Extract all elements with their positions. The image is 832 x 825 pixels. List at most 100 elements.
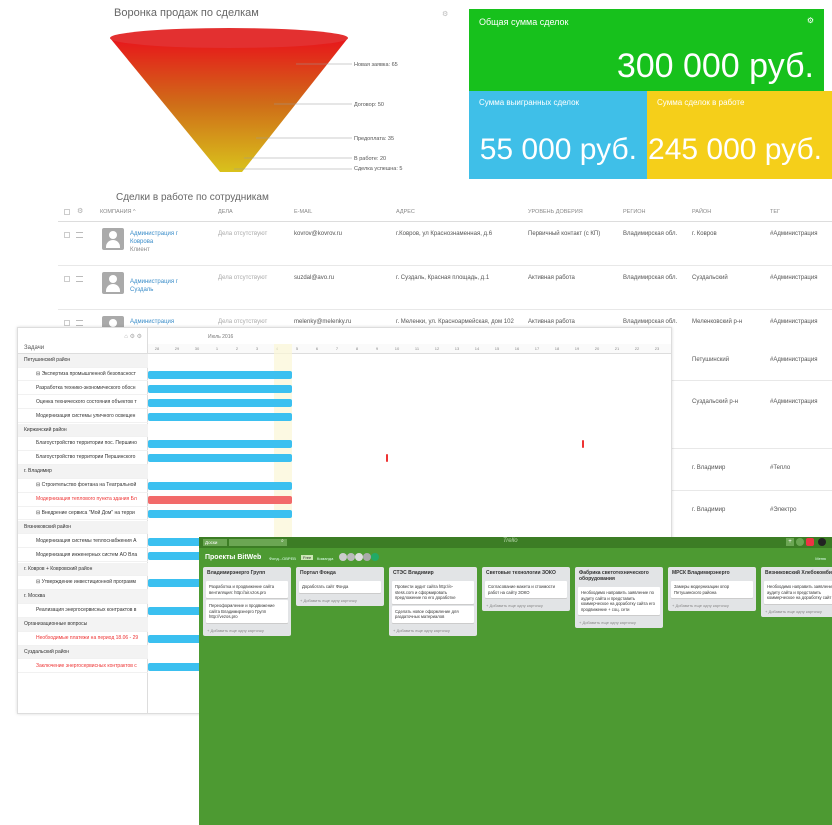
table-row[interactable]: Администрация г Суздаль Дела отсутствуют…	[58, 266, 832, 310]
menu-button[interactable]: Меню	[815, 556, 826, 561]
task-group[interactable]: г. Ковров + Ковровский район	[18, 562, 148, 576]
trello-card[interactable]: Разработка и продвижение сайта вентиляци…	[206, 581, 288, 598]
task-row[interactable]: Модернизация системы уличного освещен	[18, 410, 148, 424]
add-card-button[interactable]: + Добавить еще одну карточку	[575, 617, 663, 628]
task-group[interactable]: Суздальский район	[18, 645, 148, 660]
trello-list[interactable]: Вязниковский Хлебокомбинат Необходимо нап…	[761, 567, 832, 617]
task-row[interactable]: ⊟ Внедрение сервиса "Мой Дом" на терри	[18, 507, 148, 521]
trello-card[interactable]: Доработать сайт Фонда	[299, 581, 381, 593]
task-bar[interactable]	[148, 496, 292, 504]
trello-card[interactable]: Необходимо направить заявление по аудиту…	[578, 587, 660, 615]
column-header[interactable]: Уровень доверия	[528, 209, 583, 215]
trello-list[interactable]: Портал Фонда Доработать сайт Фонда + Добав…	[296, 567, 384, 606]
company-name[interactable]: Администрация г Коврова	[130, 230, 200, 246]
trello-card[interactable]: Согласование макета и стоимости работ на…	[485, 581, 567, 598]
add-card-button[interactable]: + Добавить еще одну карточку	[761, 606, 832, 617]
trello-card[interactable]: Сделать новое оформление для раздаточных…	[392, 605, 474, 623]
trello-list[interactable]: СТЭС Владимир Провести аудит сайта http:/…	[389, 567, 477, 636]
task-row[interactable]: Благоустройство территории пос. Першино	[18, 437, 148, 451]
menu-icon[interactable]	[76, 320, 83, 326]
add-card-button[interactable]: + Добавить еще одну карточку	[389, 625, 477, 636]
trello-card[interactable]: Замеры модернизации опор Петушинского ра…	[671, 581, 753, 598]
task-group[interactable]: Петушинский район	[18, 354, 148, 368]
task-row[interactable]: Реализация энергосервисных контрактов в	[18, 604, 148, 618]
task-row[interactable]: Модернизация инженерных систем АО Вла	[18, 549, 148, 563]
gear-icon[interactable]: ⚙	[77, 207, 83, 215]
list-title[interactable]: Владимирэнерго Групп	[203, 567, 291, 579]
task-bar[interactable]	[148, 509, 292, 518]
team-name[interactable]: Фонд...ОВРЕВ	[269, 556, 296, 561]
task-bar[interactable]	[148, 412, 292, 421]
row-checkbox[interactable]	[64, 276, 70, 282]
task-bar[interactable]	[148, 454, 292, 463]
search-input[interactable]	[229, 539, 287, 546]
row-checkbox[interactable]	[64, 320, 70, 326]
list-title[interactable]: СТЭС Владимир	[389, 567, 477, 579]
trello-list[interactable]: Фабрика светотехнического оборудования Не…	[575, 567, 663, 628]
task-bar[interactable]	[148, 384, 292, 393]
task-bar[interactable]	[148, 398, 292, 407]
task-row[interactable]: Заключение энергосервисных контрактов с	[18, 660, 148, 674]
task-group[interactable]: г. Владимир	[18, 465, 148, 479]
email-cell[interactable]: melenky@melenky.ru	[294, 318, 351, 326]
info-icon[interactable]	[796, 538, 804, 546]
column-header[interactable]: Тег	[770, 209, 780, 215]
task-row[interactable]: Необходимые платежи на период 18.06 - 29	[18, 632, 148, 646]
task-row[interactable]: Оценка технического состояния объектов т	[18, 396, 148, 410]
column-header[interactable]: E-mail	[294, 209, 312, 215]
task-row[interactable]: ⊟ Экспертиза промышленной безопасност	[18, 368, 148, 382]
trello-card[interactable]: Необходимо направить заявление по аудиту…	[764, 581, 832, 604]
gear-icon[interactable]: ⚙	[442, 10, 448, 18]
list-title[interactable]: Фабрика светотехнического оборудования	[575, 567, 663, 585]
add-card-button[interactable]: + Добавить еще одну карточку	[668, 600, 756, 611]
task-bar[interactable]	[148, 370, 292, 379]
members-avatars[interactable]	[339, 553, 387, 562]
add-card-button[interactable]: + Добавить еще одну карточку	[203, 625, 291, 636]
column-header[interactable]: Район	[692, 209, 711, 215]
trello-list[interactable]: Владимирэнерго Групп Разработка и продвиж…	[203, 567, 291, 636]
trello-card[interactable]: Провести аудит сайта http://e-stess.com …	[392, 581, 474, 604]
task-row[interactable]: ⊟ Утверждение инвестиционной программ	[18, 576, 148, 590]
milestone-marker[interactable]	[582, 440, 584, 449]
column-header[interactable]: Регион	[623, 209, 646, 215]
task-bar[interactable]	[148, 482, 292, 491]
list-title[interactable]: МРСК Владимирэнерго	[668, 567, 756, 579]
team-label[interactable]: Команда	[317, 556, 333, 561]
task-group[interactable]: г. Москва	[18, 590, 148, 604]
email-cell[interactable]: kovrov@kovrov.ru	[294, 230, 342, 238]
board-title[interactable]: Проекты BitWeb	[205, 554, 261, 561]
gear-icon[interactable]: ⚙	[807, 16, 814, 25]
column-header[interactable]: Дела	[218, 209, 233, 215]
menu-icon[interactable]	[76, 232, 83, 238]
task-bar[interactable]	[148, 440, 292, 449]
table-row[interactable]: Администрация г Коврова Клиент Дела отсу…	[58, 222, 832, 266]
task-row[interactable]: Благоустройство территории Першинского	[18, 451, 148, 465]
row-checkbox[interactable]	[64, 232, 70, 238]
add-icon[interactable]: +	[786, 538, 794, 546]
boards-button[interactable]: Доски	[203, 539, 227, 546]
add-card-button[interactable]: + Добавить еще одну карточку	[296, 595, 384, 606]
avatar[interactable]	[818, 538, 826, 546]
column-header[interactable]: Компания ^	[100, 209, 136, 215]
trello-list[interactable]: МРСК Владимирэнерго Замеры модернизации о…	[668, 567, 756, 611]
email-cell[interactable]: suzdal@avo.ru	[294, 274, 334, 282]
list-title[interactable]: Портал Фонда	[296, 567, 384, 579]
select-all-checkbox[interactable]	[64, 209, 70, 215]
add-card-button[interactable]: + Добавить еще одну карточку	[482, 600, 570, 611]
task-group[interactable]: Вязниковский район	[18, 520, 148, 535]
task-row[interactable]: Модернизация системы теплоснабжения А	[18, 535, 148, 549]
star-icon[interactable]: ☆	[257, 555, 261, 561]
list-title[interactable]: Вязниковский Хлебокомбинат	[761, 567, 832, 579]
company-name[interactable]: Администрация г Суздаль	[130, 278, 200, 294]
notifications-icon[interactable]	[806, 538, 814, 546]
home-icon[interactable]: ⌂ ⚙ ⚙	[124, 333, 142, 340]
menu-icon[interactable]	[76, 276, 83, 282]
company-name[interactable]: Администрация	[130, 318, 200, 326]
task-row[interactable]: Модернизация теплового пункта здания Бл	[18, 493, 148, 507]
list-title[interactable]: Световые технологии ЗОКО	[482, 567, 570, 579]
column-header[interactable]: Адрес	[396, 209, 415, 215]
trello-card[interactable]: Переоформление и продвижение сайта Влади…	[206, 600, 288, 623]
task-row[interactable]: ⊟ Строительство фонтана на Театральной	[18, 479, 148, 493]
milestone-marker[interactable]	[386, 454, 388, 463]
task-group[interactable]: Организационные вопросы	[18, 618, 148, 632]
